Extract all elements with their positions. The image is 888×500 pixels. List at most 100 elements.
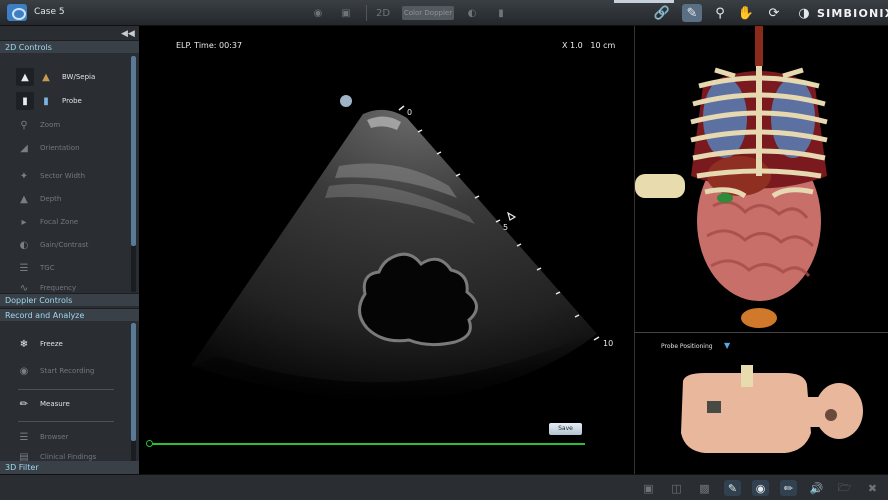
gain-contrast-control[interactable]: ◐ Gain/Contrast [16,237,89,253]
probe-icon: ▮ [16,92,34,110]
zoom-label: Zoom [40,121,61,129]
tgc-icon: ☰ [19,262,29,274]
snowflake-icon: ❄ [19,338,29,350]
rotate-icon[interactable]: ⟳ [765,4,783,22]
probe-3d-icon[interactable]: ◉ [752,480,769,496]
measure-divider [18,421,114,422]
probe-contact-marker [707,401,721,413]
case-title: Case 5 [34,7,65,17]
probe-label: Probe [62,97,82,105]
mode-2d-button[interactable]: 2D [373,4,393,22]
bw-sepia-control[interactable]: ▲ ▲ BW/Sepia [16,68,96,86]
section-3d-filter[interactable]: 3D Filter [0,461,139,474]
orientation-control[interactable]: ◢ Orientation [16,140,80,156]
folder-icon[interactable]: 🗁 [836,480,853,496]
zoom-icon[interactable]: ⚲ [711,4,729,22]
orientation-label: Orientation [40,144,80,152]
bottom-toolbar: ▣ ◫ ▩ ✎ ◉ ✏ 🔊 🗁 ✖ [0,474,888,500]
top-toolbar: Case 5 ◉ ▣ 2D Color Doppler ◐ ▮ 🔗 ✎ ⚲ ✋ … [0,0,888,26]
gallbladder-shape [717,193,733,203]
sepia-icon: ▲ [42,71,50,83]
sternum-shape [756,66,762,176]
record-scrollbar[interactable] [131,323,136,463]
clipboard-icon[interactable]: ▮ [494,4,508,22]
screen-icon[interactable]: ▣ [640,480,657,496]
start-recording-button[interactable]: ◉ Start Recording [16,363,95,379]
focal-zone-icon: ▸ [21,216,27,228]
frequency-control[interactable]: ∿ Frequency [16,284,76,292]
speaker-icon[interactable]: 🔊 [808,480,825,496]
aorta-shape [755,26,763,66]
probe-alt-icon: ▮ [43,95,49,107]
triangle-down-icon[interactable]: ▼ [724,341,730,350]
section-record-analyze[interactable]: Record and Analyze [0,308,139,321]
color-doppler-button[interactable]: Color Doppler [402,6,454,20]
record-scrollbar-thumb[interactable] [131,323,136,441]
left-control-panel: ◀◀ 2D Controls ▲ ▲ BW/Sepia ▮ ▮ Probe ⚲ … [0,26,139,474]
browser-button[interactable]: ☰ Browser [16,429,69,445]
depth-mark-5: 5 [503,223,509,232]
zoom-control[interactable]: ⚲ Zoom [16,117,60,133]
bw-sepia-label: BW/Sepia [62,73,96,81]
camera-icon[interactable]: ◉ [309,4,327,22]
section-2d-controls[interactable]: 2D Controls [0,40,139,53]
anatomy-model [635,26,828,328]
record-divider [18,389,114,390]
ultrasound-probe-model [635,174,685,198]
sector-width-control[interactable]: ✦ Sector Width [16,168,85,184]
screen-alt-icon[interactable]: ▩ [696,480,713,496]
frequency-label: Frequency [40,284,77,292]
probe-control[interactable]: ▮ ▮ Probe [16,92,82,110]
clinical-findings-button[interactable]: ▤ Clinical Findings [16,453,96,461]
timeline-knob[interactable] [146,440,153,447]
split-icon[interactable]: ◫ [668,480,685,496]
section-doppler-controls[interactable]: Doppler Controls [0,293,139,306]
probe-orientation-icon[interactable] [340,95,352,107]
probe-icon[interactable]: ✎ [724,480,741,496]
camera-icon[interactable]: ▣ [337,4,355,22]
ultrasound-simulator-app: Case 5 ◉ ▣ 2D Color Doppler ◐ ▮ 🔗 ✎ ⚲ ✋ … [0,0,888,500]
depth-icon: ▲ [20,193,28,205]
ruler-icon: ✏ [19,398,29,410]
focal-zone-control[interactable]: ▸ Focal Zone [16,214,78,230]
tgc-control[interactable]: ☰ TGC [16,260,55,276]
clinical-findings-label: Clinical Findings [40,453,97,461]
half-circle-icon[interactable]: ◑ [795,4,813,22]
gain-contrast-icon: ◐ [19,239,29,251]
ultrasound-viewport[interactable]: ELP. Time: 00:37 X 1.0 10 cm 0 5 10 Save [139,26,634,474]
zoom-icon: ⚲ [20,119,28,131]
depth-label: Depth [40,195,62,203]
measure-label: Measure [40,400,70,408]
probe-icon[interactable]: ✎ [682,4,702,22]
contrast-icon[interactable]: ◐ [463,4,481,22]
link-icon[interactable]: 🔗 [653,4,671,22]
record-icon: ◉ [19,365,29,377]
tgc-label: TGC [40,264,55,272]
controls-scrollbar-thumb[interactable] [131,56,136,246]
depth-mark-10: 10 [603,339,614,348]
double-chevron-left-icon[interactable]: ◀◀ [121,29,135,39]
close-icon[interactable]: ✖ [864,480,881,496]
depth-mark-0: 0 [407,108,413,117]
browser-icon: ☰ [19,431,29,443]
mouth-shape [825,409,837,421]
start-recording-label: Start Recording [40,367,95,375]
probe-hand-icon[interactable]: ✏ [780,480,797,496]
bw-icon: ▲ [16,68,34,86]
probe-positioning-label: Probe Positioning [661,343,713,350]
hand-icon[interactable]: ✋ [737,4,755,22]
head-shape [815,383,863,439]
bladder-shape [741,308,777,328]
sector-width-icon: ✦ [19,170,29,182]
measure-button[interactable]: ✏ Measure [16,396,70,412]
app-logo-icon[interactable] [7,4,27,21]
toolbar-divider [366,5,367,21]
save-button[interactable]: Save [549,423,582,435]
depth-control[interactable]: ▲ Depth [16,191,61,207]
cine-timeline[interactable] [151,443,585,445]
freeze-button[interactable]: ❄ Freeze [16,336,63,352]
anatomy-3d-view[interactable] [634,26,888,332]
orientation-icon: ◢ [20,142,28,154]
probe-positioning-view[interactable]: Probe Positioning ▼ [634,332,888,474]
controls-scrollbar[interactable] [131,56,136,292]
